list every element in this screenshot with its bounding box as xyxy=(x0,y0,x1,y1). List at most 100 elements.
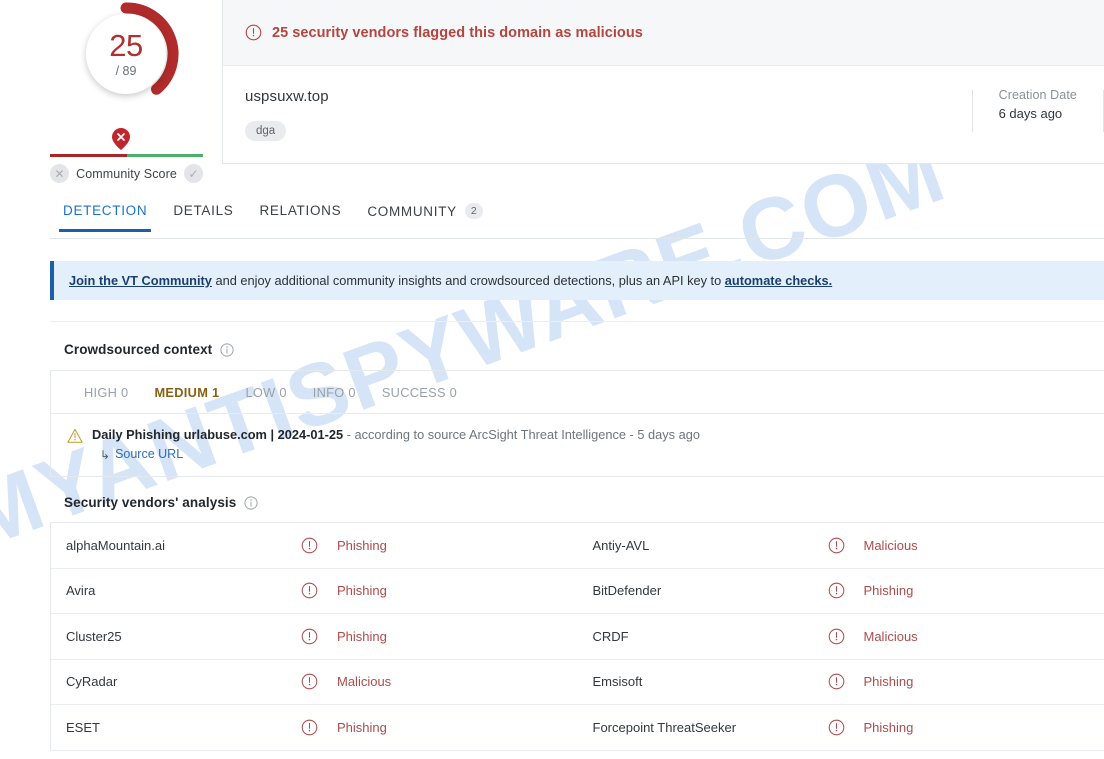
exclamation-circle-icon xyxy=(828,719,844,736)
vendor-verdict-label: Malicious xyxy=(863,628,918,644)
security-vendors-table: alphaMountain.ai Phishing Antiy-AVL Mali… xyxy=(50,522,1104,751)
engine-total: / 89 xyxy=(115,64,137,78)
domain-name: uspsuxw.top xyxy=(245,88,329,105)
tag-list: dga xyxy=(245,121,972,141)
tab-community-badge: 2 xyxy=(464,203,483,219)
tab-details-label: DETAILS xyxy=(173,203,234,218)
exclamation-circle-icon xyxy=(828,674,844,690)
creation-date-label: Creation Date xyxy=(998,88,1077,102)
vendor-verdict-label: Phishing xyxy=(863,674,914,690)
tab-community-label: COMMUNITY xyxy=(367,203,457,219)
severity-filter-row: HIGH 0 MEDIUM 1 LOW 0 INFO 0 SUCCESS 0 xyxy=(51,371,1104,414)
vendor-name: CRDF xyxy=(592,628,629,644)
vendor-verdict-label: Malicious xyxy=(863,537,918,553)
vendor-name: CyRadar xyxy=(66,674,118,690)
vendor-verdict-label: Phishing xyxy=(863,583,914,599)
vendors-analysis-header: Security vendors' analysis xyxy=(50,477,1104,522)
crowdsourced-entry-detail: - according to source ArcSight Threat In… xyxy=(343,427,700,442)
severity-success[interactable]: SUCCESS 0 xyxy=(382,385,457,400)
vendor-verdict-label: Phishing xyxy=(337,719,387,735)
domain-info-card: 25 security vendors flagged this domain … xyxy=(222,0,1104,164)
tab-community[interactable]: COMMUNITY 2 xyxy=(354,196,495,232)
tab-bar: DETECTION DETAILS RELATIONS COMMUNITY 2 xyxy=(50,196,1104,239)
vendor-verdict: Malicious xyxy=(828,628,918,645)
warning-triangle-icon xyxy=(67,428,83,443)
vendor-verdict: Malicious xyxy=(828,537,918,554)
community-score-label: Community Score xyxy=(76,166,177,181)
vendor-name: Antiy-AVL xyxy=(592,537,650,553)
community-score-bar xyxy=(50,154,203,157)
vt-community-banner: Join the VT Community and enjoy addition… xyxy=(50,261,1104,300)
vendor-verdict-label: Phishing xyxy=(863,719,914,735)
tab-relations[interactable]: RELATIONS xyxy=(246,196,354,231)
crowdsourced-entry-title: Daily Phishing urlabuse.com | 2024-01-25 xyxy=(92,427,344,442)
vendor-verdict-label: Phishing xyxy=(337,537,387,553)
crowdsourced-context-header: Crowdsourced context xyxy=(50,321,1104,370)
exclamation-circle-icon xyxy=(301,628,318,645)
creation-date-block: Creation Date 6 days ago xyxy=(973,88,1103,121)
table-row: alphaMountain.ai Phishing Antiy-AVL Mali… xyxy=(51,523,1104,569)
vendor-name: Cluster25 xyxy=(66,628,122,644)
detection-gauge: 25 / 89 xyxy=(50,0,205,108)
vendor-name: alphaMountain.ai xyxy=(66,537,166,553)
table-row: Avira Phishing BitDefender Phishing xyxy=(51,569,1104,615)
vendors-analysis-title: Security vendors' analysis xyxy=(64,495,237,511)
vendor-verdict-label: Phishing xyxy=(337,628,387,644)
vendor-verdict: Phishing xyxy=(301,582,387,599)
tab-detection-label: DETECTION xyxy=(63,203,148,218)
exclamation-circle-icon xyxy=(828,583,844,599)
vendor-verdict: Phishing xyxy=(301,537,387,554)
crowdsourced-context-title: Crowdsourced context xyxy=(64,342,213,357)
exclamation-circle-icon xyxy=(828,537,844,554)
join-vt-community-link[interactable]: Join the VT Community xyxy=(69,273,212,288)
source-url-link[interactable]: Source URL xyxy=(115,446,183,463)
vendor-name: Forcepoint ThreatSeeker xyxy=(592,719,737,735)
automate-checks-link[interactable]: automate checks. xyxy=(725,273,832,288)
corner-arrow-icon: ↳ xyxy=(100,447,111,462)
vendor-name: Emsisoft xyxy=(592,674,643,690)
summary-header: 25 / 89 ✕ Community Score ✓ 25 security … xyxy=(0,0,1104,196)
vendor-name: BitDefender xyxy=(592,583,662,599)
alert-text: 25 security vendors flagged this domain … xyxy=(272,24,643,41)
creation-date-value: 6 days ago xyxy=(998,106,1063,121)
x-circle-icon: ✕ xyxy=(50,164,69,183)
info-icon[interactable] xyxy=(220,342,234,357)
exclamation-circle-icon xyxy=(245,24,262,41)
domain-meta: Creation Date 6 days ago xyxy=(971,88,1104,151)
map-pin-x-icon xyxy=(112,128,130,150)
crowdsourced-context-box: HIGH 0 MEDIUM 1 LOW 0 INFO 0 SUCCESS 0 D… xyxy=(50,370,1104,478)
vendor-name: Avira xyxy=(66,583,96,599)
exclamation-circle-icon xyxy=(301,719,318,736)
check-circle-icon: ✓ xyxy=(184,164,203,183)
table-row: ESET Phishing Forcepoint ThreatSeeker Ph… xyxy=(51,705,1104,751)
vendor-verdict: Phishing xyxy=(301,628,387,645)
vendor-verdict: Phishing xyxy=(828,673,914,690)
exclamation-circle-icon xyxy=(828,628,844,645)
vendor-name: ESET xyxy=(66,719,100,735)
tab-details[interactable]: DETAILS xyxy=(160,196,246,231)
vendor-verdict: Phishing xyxy=(301,719,387,736)
table-row: Cluster25 Phishing CRDF Malicious xyxy=(51,614,1104,660)
vendor-verdict-label: Malicious xyxy=(337,674,392,690)
tab-relations-label: RELATIONS xyxy=(259,203,342,218)
detection-count: 25 xyxy=(109,28,143,63)
vt-banner-text: and enjoy additional community insights … xyxy=(211,273,725,288)
exclamation-circle-icon xyxy=(301,583,318,599)
vendor-verdict: Phishing xyxy=(828,719,914,736)
tab-detection[interactable]: DETECTION xyxy=(50,196,160,232)
exclamation-circle-icon xyxy=(301,537,318,554)
malicious-alert-banner: 25 security vendors flagged this domain … xyxy=(223,0,1104,66)
source-url-row[interactable]: ↳ Source URL xyxy=(92,446,700,463)
exclamation-circle-icon xyxy=(301,674,318,690)
severity-info[interactable]: INFO 0 xyxy=(313,385,356,400)
crowdsourced-entry: Daily Phishing urlabuse.com | 2024-01-25… xyxy=(51,414,1104,476)
vendor-verdict-label: Phishing xyxy=(337,583,387,599)
vendor-verdict: Phishing xyxy=(828,582,914,599)
severity-medium[interactable]: MEDIUM 1 xyxy=(154,385,219,400)
severity-high[interactable]: HIGH 0 xyxy=(84,385,128,400)
tag-chip[interactable]: dga xyxy=(245,121,287,141)
severity-low[interactable]: LOW 0 xyxy=(245,385,286,400)
table-row: CyRadar Malicious Emsisoft Phishing xyxy=(51,660,1104,706)
info-icon[interactable] xyxy=(244,496,259,510)
vendor-verdict: Malicious xyxy=(301,673,391,690)
